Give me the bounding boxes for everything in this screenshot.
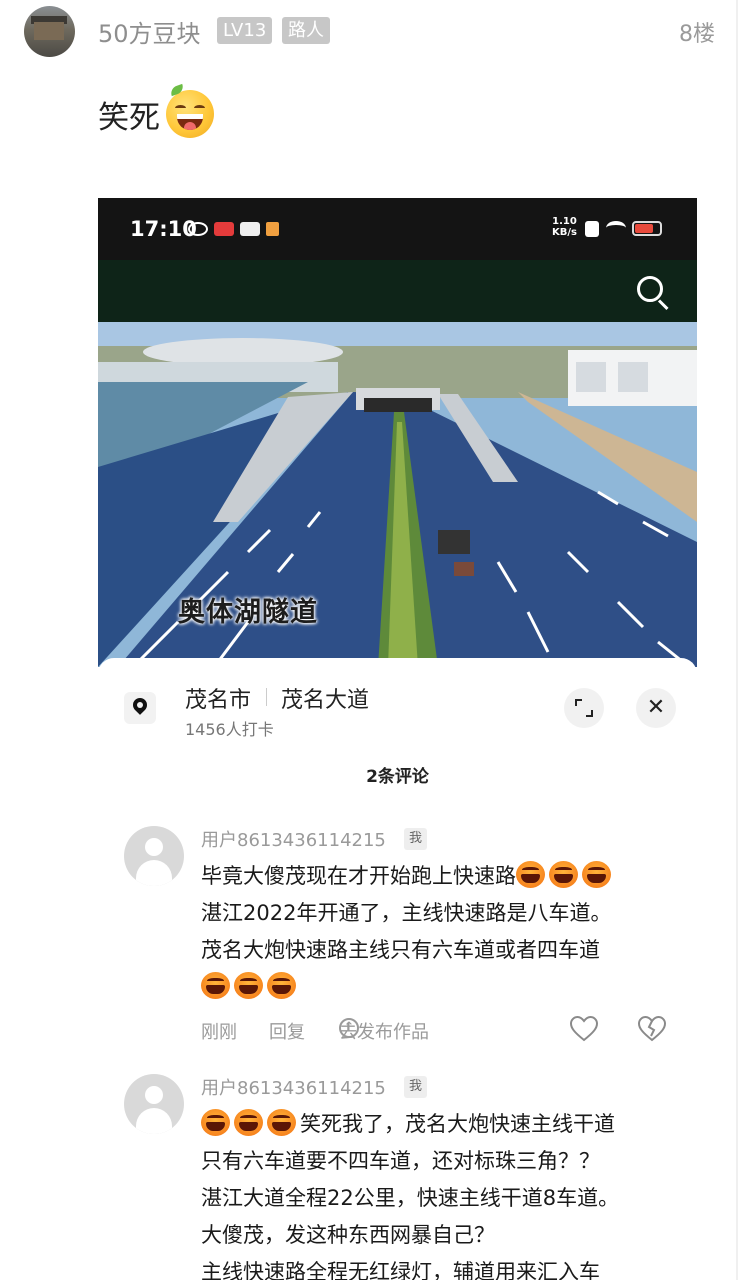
share-to-post-label: 去发布作品 (339, 1022, 429, 1043)
comments-sheet: 茂名市 茂名大道 1456人打卡 ✕ 2条评论 用户8613436114215 … (98, 658, 697, 1280)
status-time: 17:10 (130, 217, 197, 241)
floor-number: 8楼 (679, 22, 715, 47)
network-rate-unit: KB/s (552, 227, 577, 238)
comment-item: 用户8613436114215 我 毕竟大傻茂现在才开始跑上快速路 湛江2022… (98, 826, 697, 1056)
me-tag: 我 (404, 828, 428, 850)
photo-caption: 奥体湖隧道 (178, 597, 318, 628)
comment-line: 笑死我了，茂名大炮快速主线干道 (201, 1106, 681, 1143)
expand-button[interactable] (564, 688, 604, 728)
post-header: 50方豆块 LV13 路人 8楼 (0, 0, 741, 62)
location-pin-icon (124, 692, 156, 724)
avatar[interactable] (24, 6, 75, 57)
post-text: 笑死 (98, 100, 160, 136)
location-divider (266, 688, 267, 706)
expand-icon (586, 710, 593, 717)
scrollbar-track (736, 0, 738, 1280)
attached-screenshot[interactable]: 17:10 1.10 KB/s 奥体湖隧道 茂名市 茂名大道 1456人打卡 ✕… (98, 198, 697, 1280)
comment-username[interactable]: 用户8613436114215 (201, 1074, 386, 1100)
close-icon: ✕ (646, 695, 666, 720)
like-heart-icon[interactable] (570, 1016, 598, 1042)
comment-line (201, 969, 681, 1006)
angry-face-emoji-icon (267, 972, 296, 999)
angry-face-emoji-icon (549, 861, 578, 888)
search-icon[interactable] (635, 274, 671, 311)
app-icon (240, 222, 260, 236)
comment-line-text: 笑死我了，茂名大炮快速主线干道 (300, 1112, 615, 1136)
battery-icon (632, 221, 662, 236)
grinning-squint-emoji-icon (166, 83, 214, 138)
angry-face-emoji-icon (582, 861, 611, 888)
comment-line: 湛江2022年开通了，主线快速路是八车道。 (201, 901, 612, 925)
comment-line: 只有六车道要不四车道，还对标珠三角？？ (201, 1149, 600, 1173)
app-icon (188, 222, 208, 236)
network-rate: 1.10 KB/s (552, 216, 577, 238)
network-rate-value: 1.10 (552, 216, 577, 227)
comments-count: 2条评论 (366, 767, 429, 787)
tiktok-icon (266, 222, 279, 236)
angry-face-emoji-icon (234, 972, 263, 999)
wifi-icon (606, 221, 626, 235)
level-badge: LV13 (217, 17, 273, 44)
comment-line: 大傻茂，发这种东西网暴自己？ (201, 1223, 495, 1247)
me-tag: 我 (404, 1076, 428, 1098)
role-badge: 路人 (282, 17, 330, 44)
angry-face-emoji-icon (267, 1109, 296, 1136)
checkin-count: 1456人打卡 (185, 720, 274, 739)
username[interactable]: 50方豆块 (98, 14, 201, 49)
comment-line: 湛江大道全程22公里，快速主线干道8车道。 (201, 1186, 620, 1210)
avatar[interactable] (124, 826, 184, 886)
close-button[interactable]: ✕ (636, 688, 676, 728)
angry-face-emoji-icon (516, 861, 545, 888)
dislike-broken-heart-icon[interactable] (638, 1016, 666, 1042)
comment-time: 刚刚 (201, 1022, 237, 1043)
comment-text: 毕竟大傻茂现在才开始跑上快速路 湛江2022年开通了，主线快速路是八车道。 茂名… (201, 858, 681, 1006)
location-road[interactable]: 茂名大道 (281, 682, 369, 714)
comment-line: 毕竟大傻茂现在才开始跑上快速路 (201, 858, 681, 895)
comment-line: 主线快速路全程无红绿灯，辅道用来汇入车 (201, 1260, 600, 1280)
comment-text: 笑死我了，茂名大炮快速主线干道 只有六车道要不四车道，还对标珠三角？？ 湛江大道… (201, 1106, 681, 1280)
tunnel-photo[interactable]: 奥体湖隧道 (98, 322, 697, 667)
status-bar: 17:10 1.10 KB/s (98, 198, 697, 260)
angry-face-emoji-icon (234, 1109, 263, 1136)
comment-line: 茂名大炮快速路主线只有六车道或者四车道 (201, 938, 600, 962)
sim-icon (585, 221, 599, 237)
video-nav-bar (98, 260, 697, 322)
avatar[interactable] (124, 1074, 184, 1134)
reply-button[interactable]: 回复 (269, 1018, 305, 1044)
location-city[interactable]: 茂名市 (185, 682, 251, 714)
comment-item: 用户8613436114215 我 笑死我了，茂名大炮快速主线干道 只有六车道要… (98, 1074, 697, 1280)
expand-icon (575, 699, 582, 706)
angry-face-emoji-icon (201, 972, 230, 999)
angry-face-emoji-icon (201, 1109, 230, 1136)
app-icon (214, 222, 234, 236)
comment-line-text: 毕竟大傻茂现在才开始跑上快速路 (201, 864, 516, 888)
comment-username[interactable]: 用户8613436114215 (201, 826, 386, 852)
